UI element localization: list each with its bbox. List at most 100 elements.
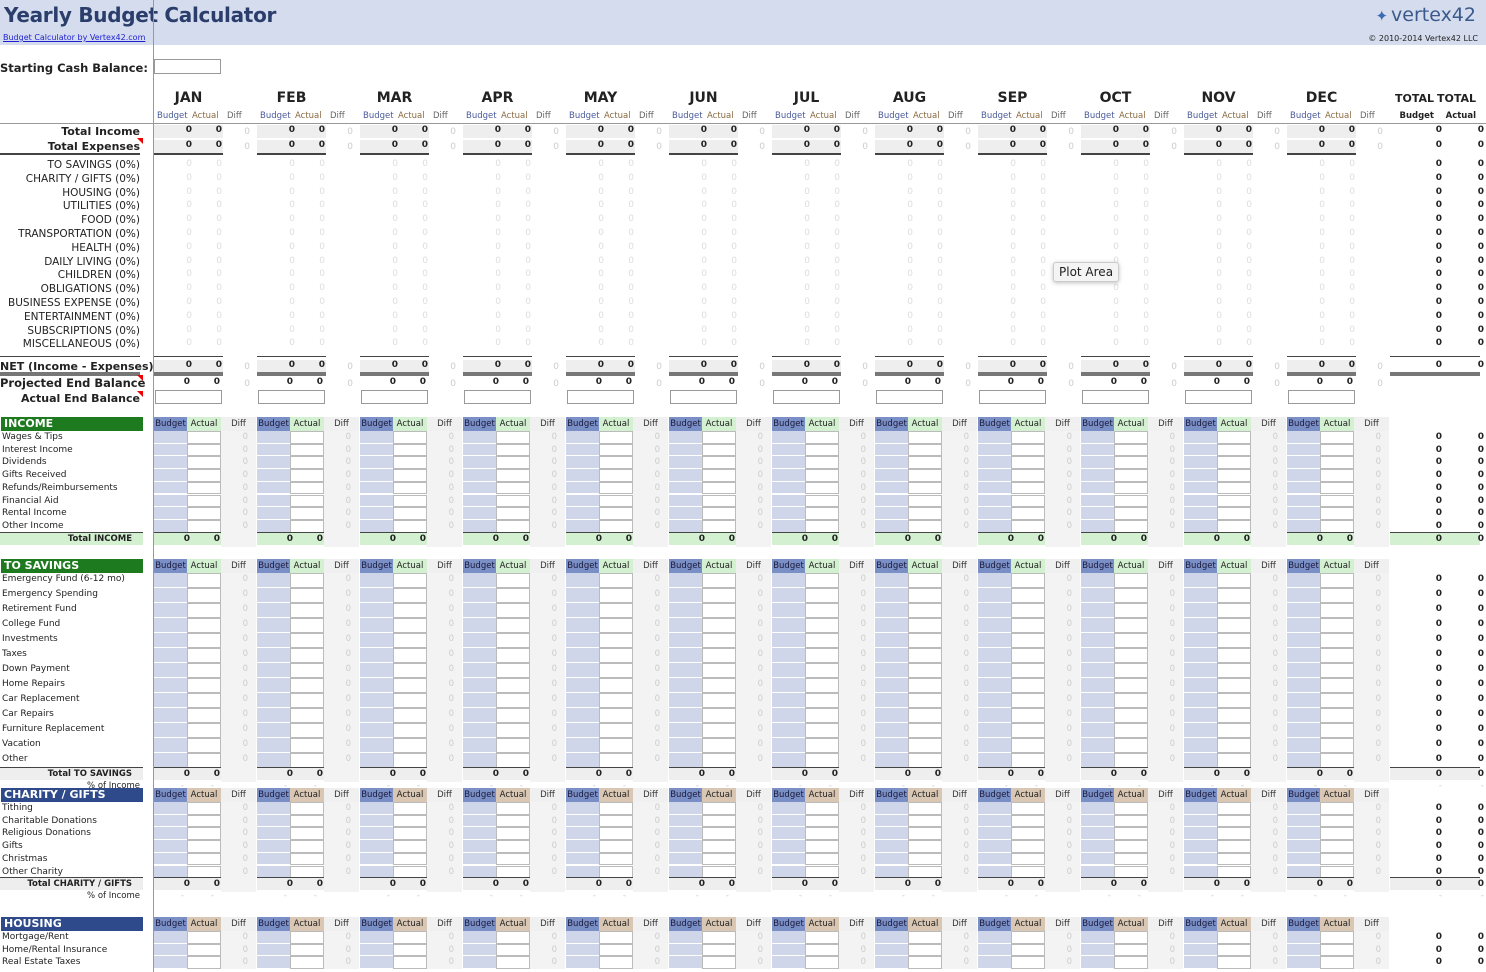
- budget-input[interactable]: [154, 469, 187, 482]
- budget-input[interactable]: [669, 469, 702, 482]
- actual-input[interactable]: [1217, 431, 1251, 444]
- actual-input[interactable]: [393, 814, 427, 828]
- actual-input[interactable]: [496, 931, 530, 944]
- budget-input[interactable]: [257, 738, 290, 753]
- actual-input[interactable]: [1217, 723, 1251, 738]
- budget-input[interactable]: [669, 723, 702, 738]
- actual-input[interactable]: [496, 802, 530, 815]
- budget-input[interactable]: [463, 456, 496, 470]
- actual-input[interactable]: [496, 443, 530, 457]
- actual-input[interactable]: [1114, 852, 1148, 866]
- budget-input[interactable]: [566, 827, 599, 841]
- budget-input[interactable]: [772, 494, 805, 508]
- actual-input[interactable]: [1217, 633, 1251, 648]
- actual-input[interactable]: [393, 738, 427, 753]
- actual-input[interactable]: [290, 753, 324, 768]
- actual-input[interactable]: [496, 827, 530, 841]
- actual-input[interactable]: [393, 456, 427, 470]
- actual-input[interactable]: [1011, 431, 1045, 444]
- actual-input[interactable]: [1011, 802, 1045, 815]
- budget-input[interactable]: [875, 469, 908, 482]
- actual-input[interactable]: [908, 663, 942, 678]
- budget-input[interactable]: [669, 678, 702, 693]
- budget-input[interactable]: [669, 633, 702, 648]
- actual-input[interactable]: [1011, 827, 1045, 841]
- budget-input[interactable]: [669, 648, 702, 663]
- actual-input[interactable]: [1320, 573, 1354, 588]
- budget-input[interactable]: [669, 481, 702, 495]
- budget-input[interactable]: [1081, 603, 1114, 618]
- budget-input[interactable]: [1184, 648, 1217, 663]
- actual-end-input[interactable]: [567, 390, 634, 404]
- actual-input[interactable]: [908, 678, 942, 693]
- actual-input[interactable]: [187, 663, 221, 678]
- budget-input[interactable]: [154, 814, 187, 828]
- actual-input[interactable]: [393, 827, 427, 841]
- actual-input[interactable]: [290, 931, 324, 944]
- actual-input[interactable]: [805, 753, 839, 768]
- actual-input[interactable]: [1217, 943, 1251, 957]
- budget-input[interactable]: [463, 648, 496, 663]
- actual-input[interactable]: [187, 723, 221, 738]
- actual-input[interactable]: [1011, 943, 1045, 957]
- actual-input[interactable]: [599, 956, 633, 970]
- budget-input[interactable]: [360, 943, 393, 957]
- budget-input[interactable]: [1184, 802, 1217, 815]
- budget-input[interactable]: [875, 633, 908, 648]
- budget-input[interactable]: [1081, 693, 1114, 708]
- budget-input[interactable]: [978, 693, 1011, 708]
- budget-input[interactable]: [566, 723, 599, 738]
- actual-input[interactable]: [290, 588, 324, 603]
- budget-input[interactable]: [978, 723, 1011, 738]
- budget-input[interactable]: [1184, 678, 1217, 693]
- actual-input[interactable]: [1217, 708, 1251, 723]
- budget-input[interactable]: [669, 431, 702, 444]
- actual-input[interactable]: [599, 814, 633, 828]
- budget-input[interactable]: [257, 723, 290, 738]
- budget-input[interactable]: [154, 802, 187, 815]
- actual-input[interactable]: [496, 573, 530, 588]
- budget-input[interactable]: [1287, 943, 1320, 957]
- budget-input[interactable]: [1287, 956, 1320, 970]
- budget-input[interactable]: [463, 678, 496, 693]
- actual-input[interactable]: [805, 588, 839, 603]
- budget-input[interactable]: [257, 481, 290, 495]
- actual-input[interactable]: [805, 443, 839, 457]
- budget-input[interactable]: [1081, 648, 1114, 663]
- actual-input[interactable]: [599, 494, 633, 508]
- actual-input[interactable]: [1320, 431, 1354, 444]
- budget-input[interactable]: [154, 494, 187, 508]
- budget-input[interactable]: [772, 663, 805, 678]
- actual-input[interactable]: [1320, 618, 1354, 633]
- actual-input[interactable]: [187, 573, 221, 588]
- budget-input[interactable]: [1287, 648, 1320, 663]
- actual-input[interactable]: [290, 431, 324, 444]
- actual-input[interactable]: [496, 738, 530, 753]
- actual-input[interactable]: [1320, 603, 1354, 618]
- actual-input[interactable]: [1114, 633, 1148, 648]
- actual-input[interactable]: [599, 588, 633, 603]
- actual-input[interactable]: [1114, 443, 1148, 457]
- actual-input[interactable]: [290, 507, 324, 520]
- actual-input[interactable]: [805, 840, 839, 853]
- budget-input[interactable]: [1184, 708, 1217, 723]
- actual-input[interactable]: [908, 469, 942, 482]
- budget-input[interactable]: [772, 753, 805, 768]
- budget-input[interactable]: [463, 827, 496, 841]
- actual-input[interactable]: [393, 678, 427, 693]
- budget-input[interactable]: [669, 814, 702, 828]
- actual-input[interactable]: [1217, 802, 1251, 815]
- budget-input[interactable]: [875, 852, 908, 866]
- actual-input[interactable]: [1217, 443, 1251, 457]
- actual-input[interactable]: [1320, 481, 1354, 495]
- budget-input[interactable]: [257, 956, 290, 970]
- budget-input[interactable]: [875, 507, 908, 520]
- budget-input[interactable]: [360, 469, 393, 482]
- budget-input[interactable]: [875, 603, 908, 618]
- actual-input[interactable]: [702, 840, 736, 853]
- budget-input[interactable]: [360, 494, 393, 508]
- budget-input[interactable]: [875, 431, 908, 444]
- budget-input[interactable]: [463, 723, 496, 738]
- budget-input[interactable]: [1184, 738, 1217, 753]
- actual-input[interactable]: [805, 738, 839, 753]
